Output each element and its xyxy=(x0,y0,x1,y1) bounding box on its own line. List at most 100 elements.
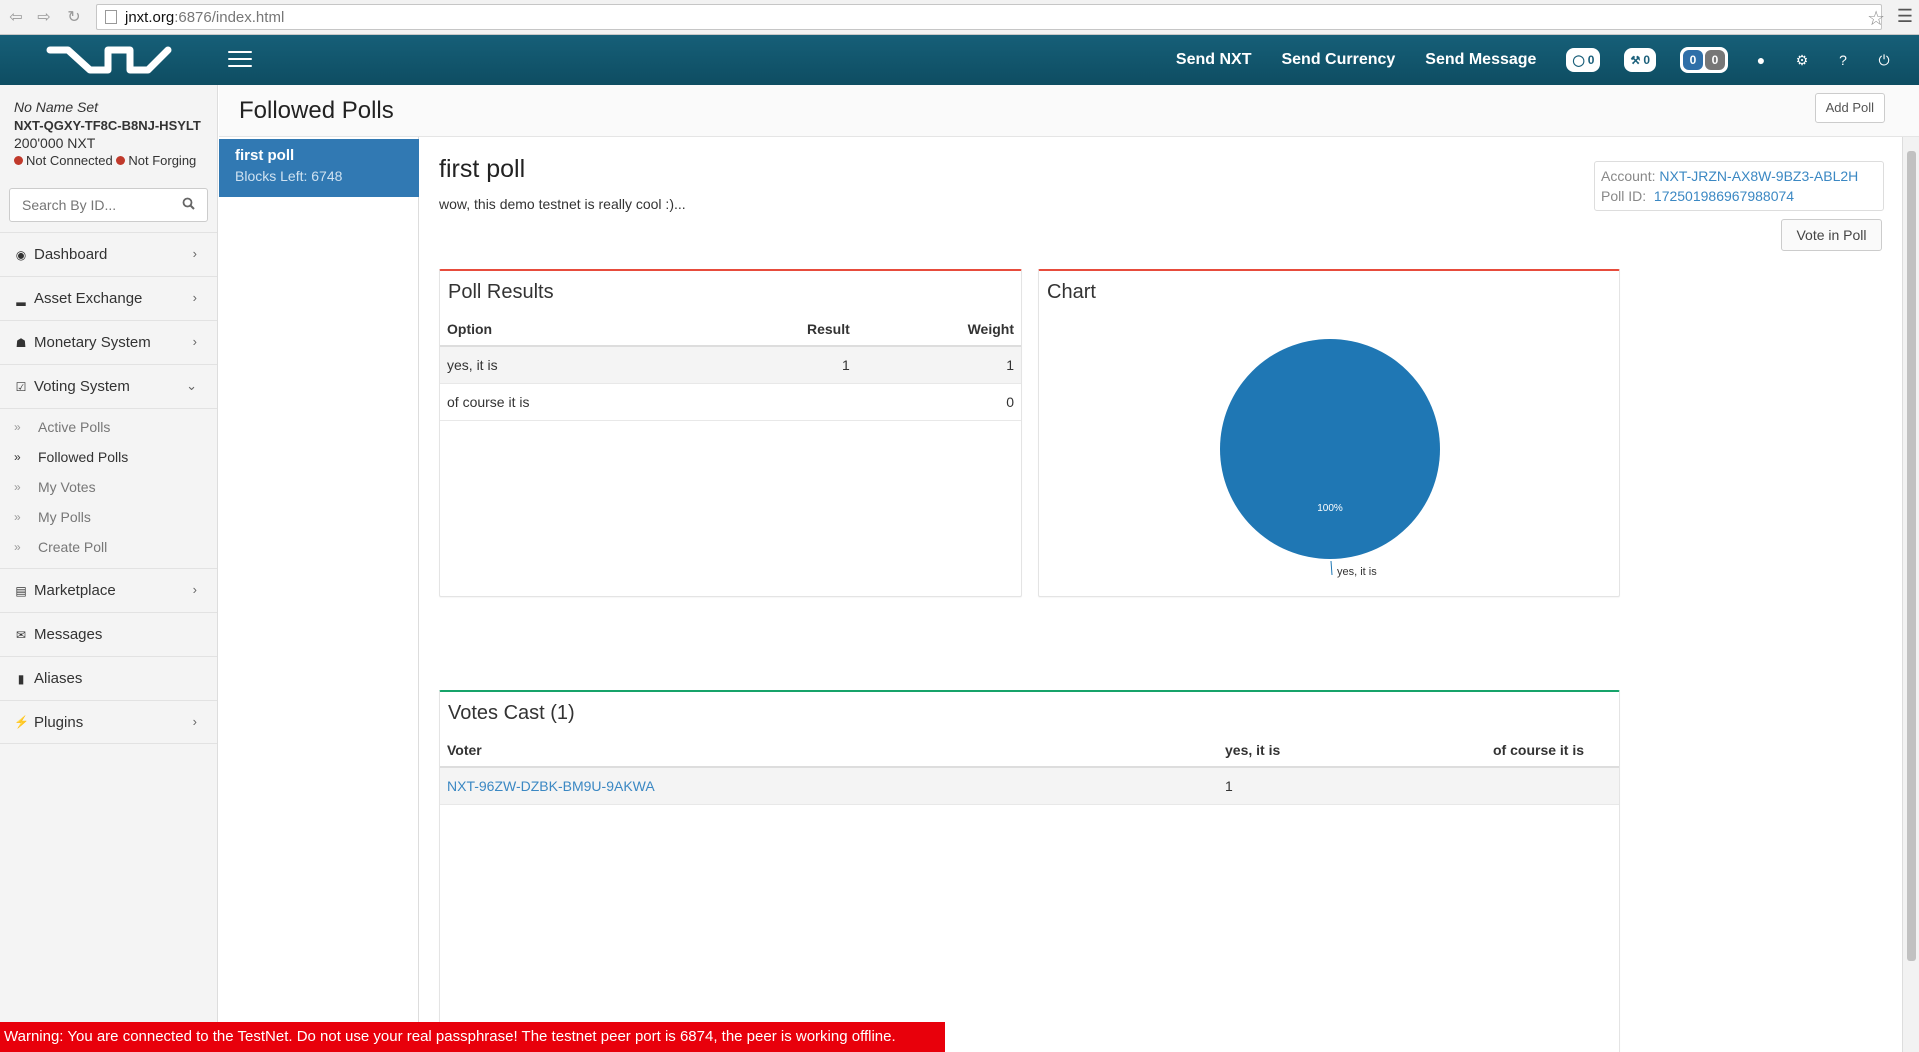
poll-description: wow, this demo testnet is really cool :)… xyxy=(439,196,686,212)
check-square-icon: ☑ xyxy=(15,379,27,394)
back-icon[interactable]: ⇦ xyxy=(4,5,28,29)
browser-toolbar: ⇦ ⇨ ↻ jnxt.org:6876/index.html ☆ ☰ xyxy=(0,0,1919,35)
poll-list-item[interactable]: first poll Blocks Left: 6748 xyxy=(219,139,419,197)
poll-results-panel: Poll Results Option Result Weight yes, i… xyxy=(439,269,1022,597)
sidebar-item-create-poll[interactable]: » Create Poll xyxy=(0,532,217,562)
cell-result xyxy=(702,383,857,421)
poll-info-box: Account: NXT-JRZN-AX8W-9BZ3-ABL2H Poll I… xyxy=(1594,161,1884,211)
column-header: Result xyxy=(702,313,857,347)
poll-id-link[interactable]: 172501986967988074 xyxy=(1654,188,1794,204)
votes-table: Voter yes, it is of course it is NXT-96Z… xyxy=(440,734,1619,805)
sidebar-item-label: Messages xyxy=(34,626,103,643)
reload-icon[interactable]: ↻ xyxy=(62,5,86,29)
chevron-right-icon: › xyxy=(192,334,197,349)
scrollbar-thumb[interactable] xyxy=(1907,151,1916,961)
poll-list-item-title: first poll xyxy=(235,147,295,164)
transactions-badge[interactable]: ◯ 0 xyxy=(1566,48,1601,72)
page-scrollbar[interactable] xyxy=(1902,137,1919,1052)
signal-icon: ▂ xyxy=(16,291,26,306)
cell-vote-yes: 1 xyxy=(1218,767,1486,805)
cell-weight: 1 xyxy=(856,346,1021,384)
cell-weight: 0 xyxy=(856,383,1021,421)
status-connected: Not Connected xyxy=(26,153,113,168)
pie-slice-label: yes, it is xyxy=(1337,566,1377,578)
double-chevron-icon: » xyxy=(14,420,21,434)
sidebar-item-active-polls[interactable]: » Active Polls xyxy=(0,412,217,442)
double-chevron-icon: » xyxy=(14,540,21,554)
bookmark-icon: ▮ xyxy=(17,671,25,686)
page-title: Followed Polls xyxy=(239,97,394,124)
testnet-warning-banner: Warning: You are connected to the TestNe… xyxy=(0,1022,945,1052)
poll-id-label: Poll ID: xyxy=(1601,188,1647,204)
account-summary: No Name Set NXT-QGXY-TF8C-B8NJ-HSYLT 200… xyxy=(0,85,217,178)
double-chevron-icon: » xyxy=(14,450,21,464)
sidebar-item-messages[interactable]: ✉ Messages xyxy=(0,612,217,656)
search-input[interactable] xyxy=(10,189,170,221)
sub-item-label: Create Poll xyxy=(38,539,108,555)
sidebar-item-label: Aliases xyxy=(34,670,83,687)
browser-menu-icon[interactable]: ☰ xyxy=(1897,6,1913,27)
chevron-down-icon: ⌄ xyxy=(186,378,197,393)
sidebar-item-my-polls[interactable]: » My Polls xyxy=(0,502,217,532)
poll-title: first poll xyxy=(439,155,526,183)
panel-title: Votes Cast (1) xyxy=(448,702,575,724)
sidebar-item-followed-polls[interactable]: » Followed Polls xyxy=(0,442,217,472)
bank-icon: ☗ xyxy=(15,335,27,350)
sidebar-item-voting-system[interactable]: ☑ Voting System ⌄ xyxy=(0,364,217,408)
status-dot-icon xyxy=(14,156,23,165)
panel-title: Poll Results xyxy=(448,281,554,303)
sidebar-item-label: Asset Exchange xyxy=(34,290,143,307)
poll-account-link[interactable]: NXT-JRZN-AX8W-9BZ3-ABL2H xyxy=(1659,168,1858,184)
power-icon[interactable]: ⏻ xyxy=(1877,52,1891,69)
sub-item-label: My Votes xyxy=(38,479,96,495)
address-bar[interactable]: jnxt.org:6876/index.html xyxy=(96,4,1882,30)
sidebar-item-marketplace[interactable]: ▤ Marketplace › xyxy=(0,568,217,612)
help-icon[interactable]: ? xyxy=(1836,52,1850,68)
sidebar-item-dashboard[interactable]: ◉ Dashboard › xyxy=(0,232,217,276)
envelope-icon: ✉ xyxy=(15,627,27,642)
table-row: of course it is 0 xyxy=(440,383,1021,421)
blocks-count: 0 xyxy=(1643,53,1650,67)
forward-icon[interactable]: ⇨ xyxy=(32,5,56,29)
chevron-right-icon: › xyxy=(192,582,197,597)
search-icon[interactable] xyxy=(182,197,195,210)
search-box xyxy=(9,188,208,222)
vote-in-poll-button[interactable]: Vote in Poll xyxy=(1781,219,1882,251)
gear-icon[interactable]: ⚙ xyxy=(1795,52,1809,69)
sidebar-item-monetary-system[interactable]: ☗ Monetary System › xyxy=(0,320,217,364)
send-currency-link[interactable]: Send Currency xyxy=(1281,51,1395,69)
panel-title: Chart xyxy=(1047,281,1096,303)
pie-slice-percent-label: 100% xyxy=(1317,503,1343,514)
send-nxt-link[interactable]: Send NXT xyxy=(1176,51,1252,69)
send-message-link[interactable]: Send Message xyxy=(1425,51,1536,69)
double-chevron-icon: » xyxy=(14,480,21,494)
sidebar-item-label: Voting System xyxy=(34,378,130,395)
messages-badge[interactable]: 00 xyxy=(1680,47,1728,73)
voter-link[interactable]: NXT-96ZW-DZBK-BM9U-9AKWA xyxy=(440,767,1218,805)
chevron-right-icon: › xyxy=(192,290,197,305)
sidebar-item-plugins[interactable]: ⚡ Plugins › xyxy=(0,700,217,744)
cell-option: of course it is xyxy=(440,383,703,421)
sidebar-toggle-icon[interactable] xyxy=(228,51,252,69)
bookmark-star-icon[interactable]: ☆ xyxy=(1867,6,1885,31)
sidebar-item-aliases[interactable]: ▮ Aliases xyxy=(0,656,217,700)
dashboard-icon: ◉ xyxy=(15,247,27,262)
status-forging: Not Forging xyxy=(128,153,197,168)
sidebar-item-label: Marketplace xyxy=(34,582,116,599)
sidebar-item-asset-exchange[interactable]: ▂ Asset Exchange › xyxy=(0,276,217,320)
account-id[interactable]: NXT-QGXY-TF8C-B8NJ-HSYLT xyxy=(14,118,203,133)
sidebar-item-my-votes[interactable]: » My Votes xyxy=(0,472,217,502)
add-poll-button[interactable]: Add Poll xyxy=(1814,93,1885,123)
column-header: Voter xyxy=(440,734,1218,768)
blocks-badge[interactable]: ⚒ 0 xyxy=(1624,48,1656,72)
nxt-logo[interactable] xyxy=(46,44,172,76)
sidebar-item-label: Plugins xyxy=(34,713,84,731)
sub-item-label: Active Polls xyxy=(38,419,111,435)
user-icon[interactable]: ● xyxy=(1754,52,1768,68)
account-balance: 200'000 NXT xyxy=(14,135,96,151)
cell-result: 1 xyxy=(702,346,857,384)
chevron-right-icon: › xyxy=(192,246,197,261)
cart-icon: ▤ xyxy=(15,583,27,598)
poll-list: first poll Blocks Left: 6748 xyxy=(219,137,419,1052)
account-name[interactable]: No Name Set xyxy=(14,99,203,115)
